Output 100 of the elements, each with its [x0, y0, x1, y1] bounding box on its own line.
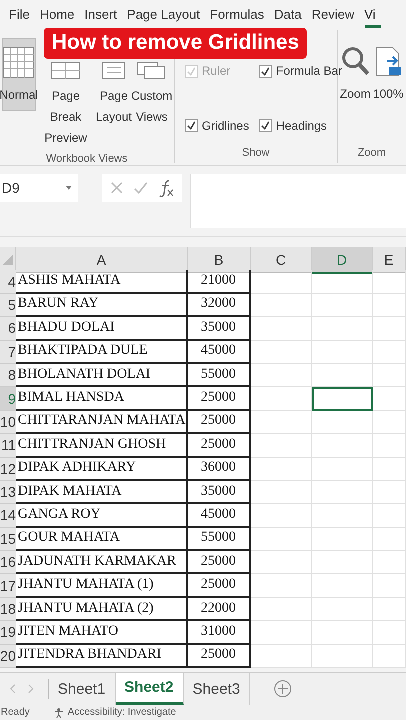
row-header[interactable]: 5	[0, 294, 16, 318]
zoom-button[interactable]: 100%	[373, 38, 404, 109]
row-header[interactable]: 15	[0, 528, 16, 552]
page-break-icon	[51, 62, 81, 80]
row-header[interactable]: 18	[0, 598, 16, 622]
ribbon-tab[interactable]: Vi	[359, 2, 381, 28]
table-cell: 22000	[188, 598, 251, 622]
view-button[interactable]: Normal	[2, 38, 36, 111]
function-icon	[158, 179, 174, 197]
ribbon-tab[interactable]: Home	[34, 2, 80, 28]
table-cell: 25000	[188, 434, 251, 458]
row-header[interactable]: 9	[0, 387, 16, 411]
row-header[interactable]: 13	[0, 480, 16, 504]
table-cell: GOUR MAHATA	[16, 528, 188, 552]
dropdown-icon	[66, 186, 72, 190]
column-header[interactable]: A	[16, 247, 188, 273]
group-label: Workbook Views	[45, 153, 129, 165]
column-header[interactable]: C	[251, 247, 312, 273]
table-cell: 21000	[188, 270, 251, 294]
accessibility-button[interactable]: Accessibility: Investigate	[54, 707, 176, 718]
row-header[interactable]: 6	[0, 317, 16, 341]
table-cell	[373, 551, 406, 574]
custom-views-icon	[137, 62, 167, 80]
table-cell	[312, 598, 373, 622]
row-header[interactable]: 20	[0, 644, 16, 668]
table-cell	[312, 294, 373, 318]
row-header[interactable]: 12	[0, 458, 16, 481]
check-icon	[187, 66, 196, 76]
table-cell	[251, 528, 312, 552]
table-cell	[312, 410, 373, 434]
table-cell: BHOLANATH DOLAI	[16, 364, 188, 388]
ribbon-tab[interactable]: Insert	[80, 2, 122, 28]
table-cell	[373, 504, 406, 528]
table-cell: 45000	[188, 340, 251, 364]
table-cell: 55000	[188, 364, 251, 388]
selected-cell[interactable]	[312, 387, 373, 411]
table-cell	[251, 294, 312, 318]
ribbon-tab[interactable]: Review	[306, 2, 360, 28]
enter-icon	[134, 181, 148, 195]
table-cell	[373, 410, 406, 434]
ribbon-tab[interactable]: Data	[269, 2, 307, 28]
row-header[interactable]: 14	[0, 504, 16, 528]
corner-icon	[2, 254, 12, 264]
table-cell	[373, 598, 406, 622]
sheet-tab[interactable]: Sheet2	[116, 673, 184, 705]
table-cell: 55000	[188, 528, 251, 552]
table-cell	[373, 270, 406, 294]
table-cell	[251, 387, 312, 411]
table-cell: 25000	[188, 387, 251, 411]
checkbox[interactable]: Headings	[259, 118, 342, 132]
table-cell: CHITTRANJAN GHOSH	[16, 434, 188, 458]
row-header[interactable]: 4	[0, 270, 16, 294]
row-header[interactable]: 17	[0, 574, 16, 598]
table-cell: BIMAL HANSDA	[16, 387, 188, 411]
status-text: Ready	[1, 707, 30, 718]
accessibility-icon	[54, 708, 64, 718]
row-header[interactable]: 11	[0, 434, 16, 458]
ribbon-tab[interactable]: Page Layout	[122, 2, 206, 28]
table-cell	[312, 621, 373, 645]
table-cell	[251, 434, 312, 458]
formula-input[interactable]	[190, 174, 406, 228]
table-cell	[312, 317, 373, 341]
ribbon-tab[interactable]: File	[4, 2, 35, 28]
row-header[interactable]: 19	[0, 621, 16, 645]
plus-icon	[274, 680, 292, 698]
table-cell: 25000	[188, 410, 251, 434]
row-header[interactable]: 10	[0, 410, 16, 434]
table-cell	[312, 574, 373, 598]
group-label: Zoom	[356, 147, 388, 159]
table-cell: JHANTU MAHATA (1)	[16, 574, 188, 598]
table-cell	[373, 574, 406, 598]
checkbox[interactable]: Gridlines	[185, 118, 250, 132]
table-cell: 36000	[188, 458, 251, 481]
check-icon	[261, 121, 270, 130]
table-cell	[373, 458, 406, 481]
table-cell: JITENDRA BHANDARI	[16, 644, 188, 668]
row-header[interactable]: 8	[0, 364, 16, 388]
row-header[interactable]: 7	[0, 340, 16, 364]
name-box[interactable]: D9	[0, 174, 78, 202]
table-cell	[312, 340, 373, 364]
table-cell	[251, 410, 312, 434]
table-cell: BHADU DOLAI	[16, 317, 188, 341]
table-cell	[312, 364, 373, 388]
column-header[interactable]: D	[312, 247, 373, 274]
table-cell	[251, 458, 312, 481]
table-cell: ASHIS MAHATA	[16, 270, 188, 294]
table-cell: DIPAK MAHATA	[16, 480, 188, 504]
table-cell	[312, 480, 373, 504]
table-cell: 31000	[188, 621, 251, 645]
checkbox[interactable]: Formula Bar	[259, 64, 342, 78]
column-header[interactable]: E	[373, 247, 406, 273]
table-cell	[251, 480, 312, 504]
ribbon-tab[interactable]: Formulas	[205, 2, 270, 28]
next-sheet-icon	[28, 684, 34, 694]
column-header[interactable]: B	[188, 247, 251, 273]
table-cell: JADUNATH KARMAKAR	[16, 551, 188, 574]
table-cell	[312, 551, 373, 574]
table-cell	[251, 598, 312, 622]
row-header[interactable]: 16	[0, 551, 16, 574]
table-cell	[373, 528, 406, 552]
